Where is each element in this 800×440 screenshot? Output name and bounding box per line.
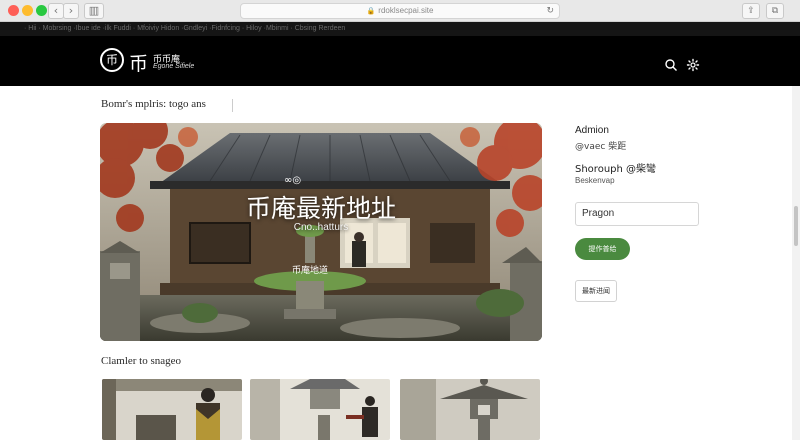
forward-button[interactable]: › — [63, 3, 79, 19]
latest-news-button[interactable]: 最新进闻 — [575, 280, 617, 302]
back-button[interactable]: ‹ — [48, 3, 64, 19]
chevron-left-icon: ‹ — [53, 4, 59, 17]
logo-subtitle: Egone Sifiele — [153, 63, 195, 70]
browser-window: ‹ › ▥ 🔒 rdoklsecpai.site ↻ ⇪ ⧉ · Hii · Mo… — [0, 0, 800, 440]
logo-mark[interactable]: 币 — [100, 48, 124, 72]
share-button[interactable]: ⇪ — [742, 3, 760, 19]
scrollbar[interactable] — [792, 86, 800, 440]
site-header: 币 币 币币庵 Egone Sifiele — [0, 36, 800, 86]
close-window-button[interactable] — [8, 5, 19, 16]
divider — [232, 99, 233, 112]
scroll-thumb[interactable] — [794, 206, 798, 246]
thumbnail-image — [250, 379, 390, 440]
reload-icon[interactable]: ↻ — [546, 4, 554, 18]
address-text: rdoklsecpai.site — [378, 6, 434, 15]
status-text: Shorouph @柴彎 — [575, 164, 657, 175]
minimize-window-button[interactable] — [22, 5, 33, 16]
lock-icon: 🔒 — [366, 7, 376, 15]
tabs-icon: ⧉ — [771, 6, 779, 16]
page-subtitle: Bomr's mplris: togo ans — [101, 98, 206, 110]
search-input[interactable]: Pragon — [575, 202, 699, 226]
bookmarks-text[interactable]: · Hii · Mobrsing ·Ibue ide ·ilk Fuddi · … — [24, 25, 345, 32]
thumbnail-image — [400, 379, 540, 440]
page-content: Bomr's mplris: togo ans ∞◎ 币庵最新地址 Cno..h… — [0, 86, 800, 440]
note-text: Beskenvap — [575, 176, 615, 185]
hero-stone-label: 币庵地道 — [291, 266, 328, 276]
hero-banner[interactable]: ∞◎ 币庵最新地址 Cno..hatturs 币庵地道 — [100, 123, 542, 341]
search-icon[interactable] — [664, 58, 678, 72]
hero-subtitle: Cno..hatturs — [293, 222, 349, 233]
address-bar[interactable]: 🔒 rdoklsecpai.site ↻ — [240, 3, 560, 19]
thumbnail-card[interactable] — [102, 379, 242, 440]
admin-handle: @vaec 柴距 — [575, 142, 627, 152]
sidebar-icon: ▥ — [88, 4, 100, 17]
submit-button[interactable]: 提作普给 — [575, 238, 630, 260]
gear-icon[interactable] — [686, 58, 700, 72]
bookmarks-bar: · Hii · Mobrsing ·Ibue ide ·ilk Fuddi · … — [0, 22, 800, 36]
zoom-window-button[interactable] — [36, 5, 47, 16]
hero-title: 币庵最新地址 — [245, 194, 396, 223]
logo-cn[interactable]: 币 — [129, 49, 148, 76]
link-icon: ∞◎ — [284, 175, 302, 186]
admin-name: Admion — [575, 125, 609, 136]
thumbnail-image — [102, 379, 242, 440]
sidebar-toggle-button[interactable]: ▥ — [84, 3, 104, 19]
chevron-right-icon: › — [68, 4, 74, 17]
thumbnail-card[interactable] — [250, 379, 390, 440]
browser-toolbar: ‹ › ▥ 🔒 rdoklsecpai.site ↻ ⇪ ⧉ — [0, 0, 800, 22]
section-title: Clamler to snageo — [101, 355, 182, 367]
share-icon: ⇪ — [747, 6, 755, 16]
thumbnail-card[interactable] — [400, 379, 540, 440]
tabs-button[interactable]: ⧉ — [766, 3, 784, 19]
